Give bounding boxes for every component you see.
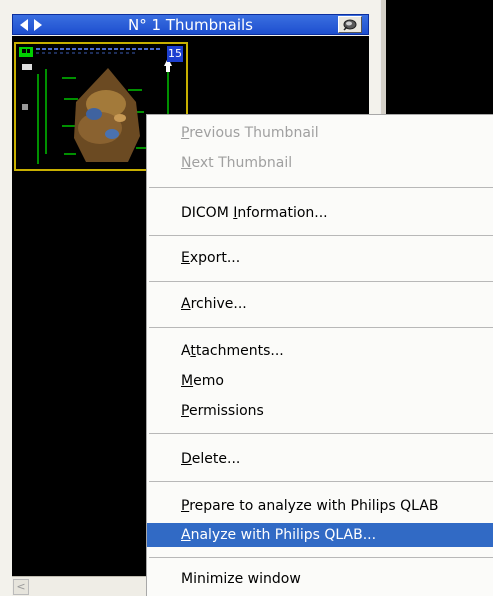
menu-separator (149, 281, 493, 282)
menu-item-permissions[interactable]: Permissions (147, 399, 493, 423)
menu-item-minimize-window[interactable]: Minimize window (147, 567, 493, 591)
menu-item-dicom-information[interactable]: DICOM Information... (147, 201, 493, 225)
scroll-left-button[interactable]: < (13, 579, 29, 595)
menu-item-analyze-qlab[interactable]: Analyze with Philips QLAB... (147, 523, 493, 547)
thumbnails-titlebar: N° 1 Thumbnails (12, 14, 369, 35)
panel-title: N° 1 Thumbnails (128, 16, 253, 34)
menu-separator (149, 481, 493, 482)
pin-button[interactable] (338, 16, 362, 33)
menu-separator (149, 557, 493, 558)
context-menu: Previous Thumbnail Next Thumbnail DICOM … (146, 114, 493, 596)
menu-item-attachments[interactable]: Attachments... (147, 339, 493, 363)
menu-separator (149, 235, 493, 236)
menu-item-next-thumbnail[interactable]: Next Thumbnail (147, 151, 493, 175)
thumbnail-number-badge: 15 (167, 46, 183, 62)
menu-item-prepare-qlab[interactable]: Prepare to analyze with Philips QLAB (147, 494, 493, 518)
pin-icon (343, 19, 357, 31)
menu-separator (149, 433, 493, 434)
menu-item-delete[interactable]: Delete... (147, 447, 493, 471)
menu-separator (149, 327, 493, 328)
menu-item-memo[interactable]: Memo (147, 369, 493, 393)
menu-item-previous-thumbnail[interactable]: Previous Thumbnail (147, 121, 493, 145)
menu-item-archive[interactable]: Archive... (147, 292, 493, 316)
menu-separator (149, 187, 493, 188)
menu-item-export[interactable]: Export... (147, 246, 493, 270)
